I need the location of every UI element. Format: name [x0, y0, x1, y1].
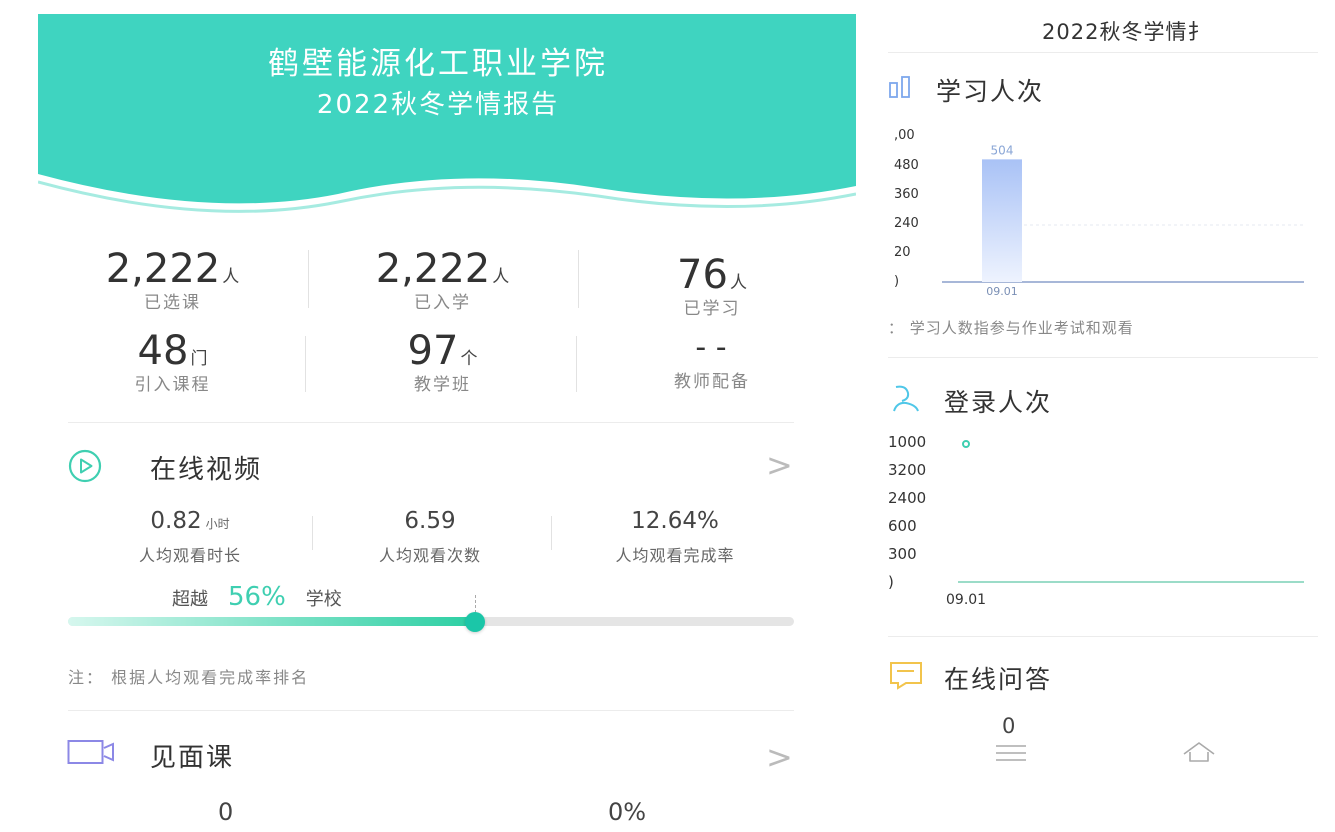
- stat-value: 48: [137, 328, 189, 374]
- online-qa-title: 在线问答: [944, 665, 1053, 694]
- y-tick-label: 480: [894, 158, 919, 173]
- video-avg-duration: 0.82 小时 人均观看时长: [90, 508, 290, 566]
- y-tick-label: 360: [894, 187, 919, 202]
- stat-label: 已选课: [144, 293, 201, 313]
- online-qa-value: 0: [1002, 714, 1016, 738]
- stat-label: 引入课程: [134, 375, 211, 395]
- stat-imported-courses: 48 门 引入课程: [70, 328, 275, 395]
- stat-value: - -: [695, 330, 727, 365]
- rank-suffix: 学校: [305, 589, 342, 610]
- report-title: 2022秋冬学情报告: [316, 90, 560, 120]
- menu-icon[interactable]: [996, 744, 1026, 762]
- meeting-class-title: 见面课: [150, 743, 235, 773]
- y-tick-label: 2400: [888, 489, 927, 507]
- video-stat-value: 6.59: [404, 508, 456, 534]
- meeting-class-value: 0: [218, 798, 234, 826]
- login-x-tick-label: 09.01: [946, 592, 986, 608]
- play-icon: [68, 449, 102, 483]
- divider: [305, 336, 306, 392]
- y-tick-label: 300: [888, 545, 917, 563]
- stat-unit: 人: [492, 267, 510, 287]
- section-divider: [888, 357, 1318, 358]
- rank-text: 超越 56% 学校: [172, 582, 342, 612]
- study-bar: [982, 159, 1022, 282]
- divider: [308, 250, 309, 308]
- stat-label: 教师配备: [674, 372, 750, 392]
- stat-value: 76: [677, 252, 728, 298]
- stat-unit: 人: [222, 267, 240, 287]
- stat-unit: 人: [729, 273, 747, 293]
- stat-selected-courses: 2,222 人 已选课: [70, 246, 275, 313]
- study-count-note: ： 学习人数指参与作业考试和观看: [888, 319, 1134, 337]
- study-x-tick-label: 09.01: [986, 285, 1018, 298]
- school-name: 鹤壁能源化工职业学院: [268, 46, 608, 82]
- video-stat-label: 人均观看次数: [378, 546, 481, 565]
- stat-value: 2,222: [105, 246, 221, 292]
- home-icon[interactable]: [1182, 740, 1216, 764]
- y-tick-label: ): [894, 274, 900, 289]
- stat-label: 已学习: [683, 299, 741, 319]
- meeting-class-rate: 0%: [608, 798, 647, 826]
- stat-label: 已入学: [414, 293, 471, 313]
- rank-progress-fill: [68, 617, 475, 626]
- video-camera-icon: [67, 740, 114, 764]
- divider: [312, 516, 313, 550]
- section-divider: [68, 422, 794, 423]
- study-count-title: 学习人次: [936, 77, 1045, 106]
- divider: [551, 516, 552, 550]
- stat-enrolled: 2,222 人 已入学: [340, 246, 545, 313]
- video-avg-views: 6.59 人均观看次数: [330, 508, 530, 566]
- user-icon: [893, 385, 919, 412]
- y-tick-label: ): [888, 573, 894, 591]
- video-stat-value: 0.82: [150, 508, 202, 534]
- stat-value: 2,222: [375, 246, 491, 292]
- chevron-right-icon[interactable]: >: [766, 738, 793, 776]
- stat-unit: 个: [460, 349, 478, 369]
- stat-value: 97: [407, 328, 459, 374]
- chevron-right-icon[interactable]: >: [766, 446, 793, 484]
- section-divider: [888, 636, 1318, 637]
- study-bar-value-label: 504: [991, 143, 1014, 157]
- left-screen: 鹤壁能源化工职业学院 2022秋冬学情报告 2,222 人 已选课 2,222 人 …: [0, 0, 860, 832]
- y-tick-label: 1000: [888, 433, 927, 451]
- stat-studied: 76 人 已学习: [612, 252, 812, 319]
- rank-prefix: 超越: [172, 589, 208, 610]
- login-data-point: [962, 440, 970, 448]
- divider: [576, 336, 577, 392]
- rank-marker-line: [475, 595, 476, 613]
- section-divider: [68, 710, 794, 711]
- bar-chart-icon: [889, 76, 910, 98]
- video-completion-rate: 12.64% 人均观看完成率: [570, 508, 780, 566]
- login-count-title: 登录人次: [944, 388, 1053, 417]
- y-tick-label: 600: [888, 517, 917, 535]
- video-stat-label: 人均观看时长: [138, 546, 241, 565]
- rank-progress-knob: [465, 612, 485, 632]
- y-tick-label: ,00: [894, 128, 915, 143]
- y-tick-label: 240: [894, 216, 919, 231]
- ranking-note: 注： 根据人均观看完成率排名: [68, 668, 310, 687]
- stat-teachers: - - 教师配备: [612, 330, 812, 392]
- video-stat-value: 12.64%: [631, 508, 719, 534]
- stat-label: 教学班: [414, 375, 471, 395]
- study-count-chart: 504 09.01: [942, 143, 1304, 298]
- section-divider: [888, 52, 1318, 53]
- y-tick-label: 20: [894, 245, 911, 260]
- video-stat-label: 人均观看完成率: [615, 546, 735, 565]
- login-count-chart: 09.01: [946, 440, 1304, 608]
- divider: [578, 250, 579, 308]
- report-header-title: 2022秋冬学情扌: [1042, 20, 1210, 44]
- rank-percent: 56%: [228, 582, 286, 612]
- rank-progress-bar: [68, 595, 794, 632]
- stat-classes: 97 个 教学班: [340, 328, 545, 395]
- qa-icon: [890, 662, 922, 690]
- stat-unit: 门: [190, 349, 208, 369]
- y-tick-label: 3200: [888, 461, 927, 479]
- online-video-title: 在线视频: [150, 455, 263, 485]
- video-stat-unit: 小时: [205, 517, 230, 531]
- right-screen: 2022秋冬学情扌 学习人次 ,00 480 360 240 20 ) 504 0…: [872, 0, 1335, 832]
